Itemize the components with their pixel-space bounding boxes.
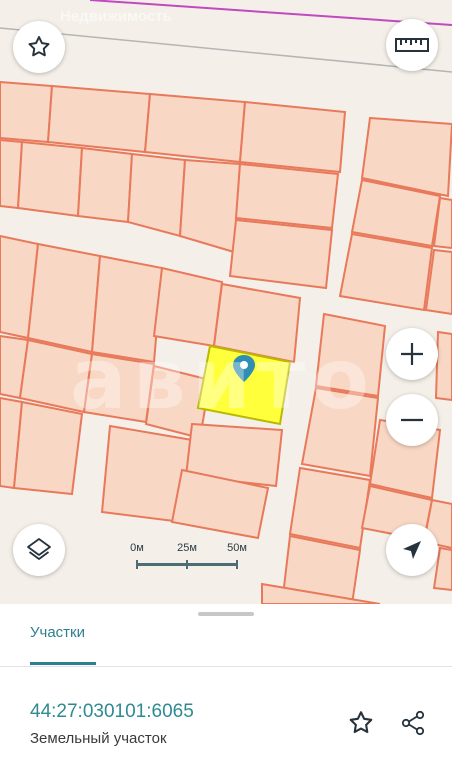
parcel — [234, 162, 340, 230]
watermark: авито — [70, 330, 376, 428]
divider — [0, 666, 452, 667]
parcel — [238, 100, 347, 174]
star-icon — [28, 36, 50, 57]
star-icon — [349, 711, 373, 734]
scale-label: 50м — [227, 542, 247, 554]
share-button[interactable] — [396, 706, 430, 740]
locate-button[interactable] — [386, 524, 438, 576]
scale-bar: 0м 25м 50м — [126, 540, 256, 572]
scale-label: 25м — [177, 542, 197, 554]
parcel — [46, 84, 152, 154]
navigation-arrow-icon — [403, 541, 421, 559]
zoom-out-button[interactable] — [386, 394, 438, 446]
favorite-parcel-button[interactable] — [344, 706, 378, 740]
parcel — [143, 92, 247, 164]
bottom-sheet: Участки 44:27:030101:6065 Земельный учас… — [0, 604, 452, 768]
parcel-type-label: Земельный участок — [30, 730, 167, 747]
tab-parcels[interactable]: Участки — [30, 624, 85, 641]
scale-tick — [236, 560, 238, 569]
map-view[interactable]: Недвижимость авито 0м 25м 50м — [0, 0, 452, 604]
layers-icon — [27, 538, 51, 560]
scale-tick — [136, 560, 138, 569]
ruler-button[interactable] — [386, 19, 438, 71]
layers-button[interactable] — [13, 524, 65, 576]
parcel — [228, 218, 334, 290]
parcel-map-layer[interactable] — [0, 0, 452, 604]
tab-active-indicator — [30, 662, 96, 665]
minus-icon — [401, 418, 423, 422]
scale-tick — [186, 560, 188, 569]
source-label: Недвижимость — [60, 8, 172, 25]
parcel — [126, 152, 187, 238]
parcel — [434, 330, 452, 402]
parcel — [16, 140, 84, 218]
share-icon — [401, 710, 425, 736]
ruler-icon — [395, 38, 429, 52]
favorite-map-button[interactable] — [13, 21, 65, 73]
parcel — [0, 80, 54, 144]
parcel — [76, 146, 134, 224]
plus-icon — [401, 343, 423, 365]
parcel — [288, 466, 372, 550]
scale-label: 0м — [130, 542, 144, 554]
parcel — [338, 232, 434, 312]
parcel-cadastral-number[interactable]: 44:27:030101:6065 — [30, 701, 194, 723]
parcel — [178, 158, 242, 254]
zoom-in-button[interactable] — [386, 328, 438, 380]
sheet-drag-handle[interactable] — [198, 612, 254, 616]
